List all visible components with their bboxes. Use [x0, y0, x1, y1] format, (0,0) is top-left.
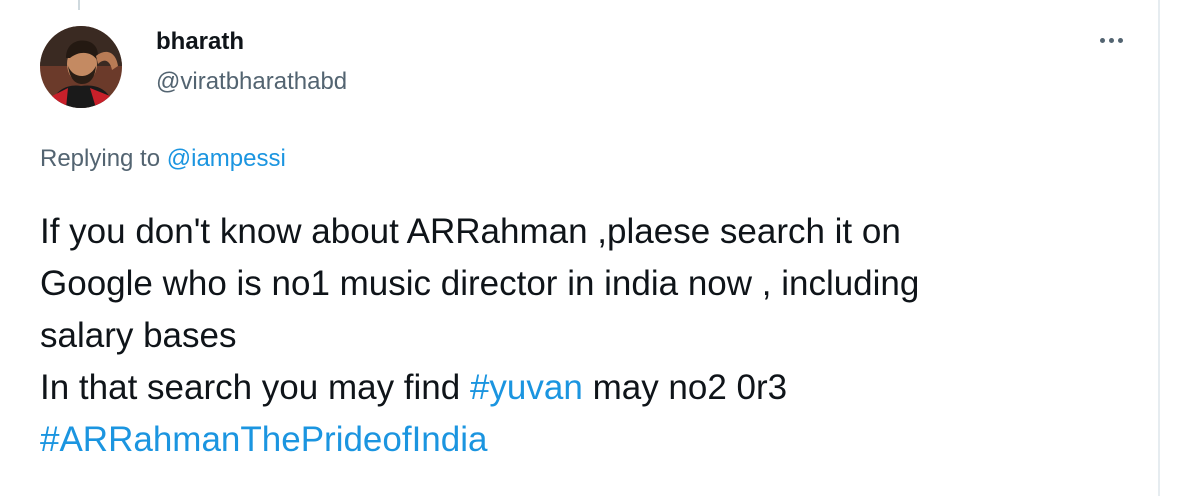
replying-to: Replying to @iampessi	[40, 145, 286, 173]
hashtag-link[interactable]: #ARRahmanThePrideofIndia	[40, 420, 487, 459]
tweet-line: #ARRahmanThePrideofIndia	[40, 414, 1140, 466]
thread-connector-line	[78, 0, 80, 10]
replying-to-label: Replying to	[40, 145, 161, 172]
tweet-text-segment: In that search you may find	[40, 368, 461, 407]
reply-mention-link[interactable]: @iampessi	[167, 145, 286, 172]
tweet-line: salary bases	[40, 316, 237, 355]
tweet-line: Google who is no1 music director in indi…	[40, 264, 920, 303]
more-horizontal-icon	[1108, 37, 1114, 43]
tweet-text-segment: may no2 0r3	[592, 368, 788, 407]
tweet-card: bharath @viratbharathabd Replying to @ia…	[0, 0, 1160, 496]
author-name[interactable]: bharath	[156, 28, 244, 56]
avatar[interactable]	[40, 26, 122, 108]
more-horizontal-icon	[1099, 37, 1105, 43]
avatar-image	[40, 26, 122, 108]
more-horizontal-icon	[1117, 37, 1123, 43]
author-handle[interactable]: @viratbharathabd	[156, 68, 347, 96]
tweet-line: If you don't know about ARRahman ,plaese…	[40, 212, 901, 251]
tweet-line: In that search you may find #yuvan may n…	[40, 362, 1140, 414]
hashtag-link[interactable]: #yuvan	[470, 368, 583, 407]
tweet-text: If you don't know about ARRahman ,plaese…	[40, 206, 1140, 466]
more-options-button[interactable]	[1095, 28, 1127, 52]
